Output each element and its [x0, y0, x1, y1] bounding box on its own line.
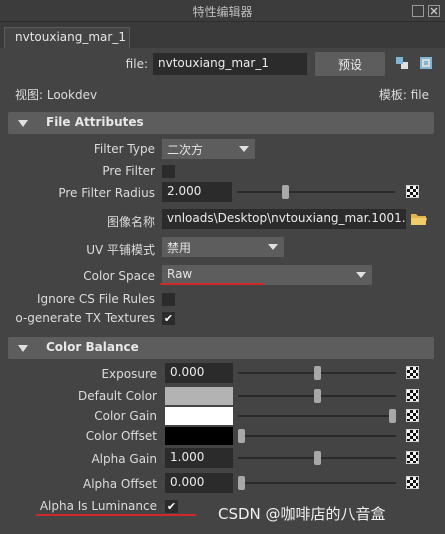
uv-tiling-mode-dropdown[interactable]: 禁用 — [162, 237, 284, 257]
map-texture-icon[interactable] — [406, 429, 419, 442]
auto-generate-tx-label: o-generate TX Textures — [15, 311, 155, 325]
alpha-offset-label: Alpha Offset — [83, 477, 157, 491]
map-texture-icon[interactable] — [406, 389, 419, 402]
image-name-label: 图像名称 — [106, 215, 155, 229]
alpha-is-luminance-checkbox[interactable]: ✔ — [165, 500, 178, 513]
annotation-underline-color-space — [160, 283, 264, 285]
map-texture-icon[interactable] — [406, 476, 419, 489]
alpha-gain-slider-handle[interactable] — [314, 451, 321, 465]
expand-triangle-icon — [18, 345, 28, 352]
section-color-balance[interactable]: Color Balance — [8, 337, 434, 359]
map-texture-icon[interactable] — [406, 185, 419, 198]
dropdown-arrow-icon — [356, 272, 366, 278]
view-label: 视图: Lookdev — [15, 88, 98, 102]
folder-icon[interactable] — [410, 211, 428, 227]
preset-button[interactable]: 预设 — [315, 52, 385, 76]
filter-type-value: 二次方 — [167, 143, 204, 157]
map-texture-icon[interactable] — [406, 451, 419, 464]
pre-filter-radius-label: Pre Filter Radius — [58, 186, 155, 200]
color-offset-swatch[interactable] — [165, 427, 233, 445]
expand-triangle-icon — [18, 120, 28, 127]
pre-filter-label: Pre Filter — [102, 164, 155, 178]
alpha-is-luminance-label: Alpha Is Luminance — [39, 499, 157, 513]
close-icon[interactable] — [428, 5, 440, 17]
pre-filter-radius-field[interactable]: 2.000 — [162, 182, 232, 202]
alpha-offset-slider-track[interactable] — [238, 482, 396, 484]
dropdown-arrow-icon — [239, 146, 249, 152]
pre-filter-radius-slider-track[interactable] — [237, 191, 395, 193]
annotation-underline-alpha-is-luminance — [36, 514, 196, 516]
tab-node[interactable]: nvtouxiang_mar_1 — [4, 27, 130, 48]
exposure-label: Exposure — [101, 367, 157, 381]
color-space-dropdown[interactable]: Raw — [162, 265, 372, 285]
default-color-label: Default Color — [78, 389, 157, 403]
color-gain-slider-handle[interactable] — [389, 409, 396, 423]
map-texture-icon[interactable] — [406, 366, 419, 379]
file-label: file: — [125, 57, 148, 71]
float-window-icon[interactable] — [412, 5, 424, 17]
template-label: 模板: file — [378, 88, 429, 102]
default-color-slider-handle[interactable] — [314, 389, 321, 403]
alpha-offset-slider-handle[interactable] — [238, 476, 245, 490]
ignore-cs-file-rules-label: Ignore CS File Rules — [36, 292, 155, 306]
pre-filter-checkbox[interactable] — [162, 165, 175, 178]
color-gain-slider-track[interactable] — [238, 415, 396, 417]
alpha-offset-field[interactable]: 0.000 — [165, 473, 233, 493]
exposure-slider-handle[interactable] — [314, 366, 321, 380]
section-file-attributes-title: File Attributes — [46, 115, 144, 129]
window-titlebar: 特性编辑器 — [0, 0, 445, 22]
dropdown-arrow-icon — [268, 244, 278, 250]
color-offset-label: Color Offset — [85, 429, 157, 443]
color-space-label: Color Space — [83, 269, 155, 283]
pre-filter-radius-slider-handle[interactable] — [282, 185, 289, 199]
map-texture-icon[interactable] — [406, 409, 419, 422]
ignore-cs-file-rules-checkbox[interactable] — [162, 293, 175, 306]
filter-type-label: Filter Type — [93, 142, 155, 156]
exposure-field[interactable]: 0.000 — [165, 363, 233, 383]
color-space-value: Raw — [167, 267, 193, 281]
image-name-field[interactable]: vnloads\Desktop\nvtouxiang_mar.1001.tif — [162, 209, 406, 229]
auto-generate-tx-checkbox[interactable]: ✔ — [162, 312, 175, 325]
color-offset-slider-handle[interactable] — [238, 429, 245, 443]
file-node-name-field[interactable]: nvtouxiang_mar_1 — [153, 53, 307, 75]
default-color-swatch[interactable] — [165, 387, 233, 405]
color-gain-label: Color Gain — [94, 409, 157, 423]
color-gain-swatch[interactable] — [165, 407, 233, 425]
alpha-gain-field[interactable]: 1.000 — [165, 448, 233, 468]
alpha-gain-label: Alpha Gain — [91, 452, 157, 466]
uv-tiling-mode-label: UV 平铺模式 — [86, 243, 155, 257]
color-offset-slider-track[interactable] — [238, 435, 396, 437]
window-title: 特性编辑器 — [192, 5, 253, 19]
watermark-text: CSDN @咖啡店的八音盒 — [218, 505, 386, 523]
dock-icon[interactable] — [420, 57, 432, 69]
filter-type-dropdown[interactable]: 二次方 — [162, 139, 255, 159]
uv-tiling-mode-value: 禁用 — [167, 241, 192, 255]
section-color-balance-title: Color Balance — [46, 340, 139, 354]
section-file-attributes[interactable]: File Attributes — [8, 112, 434, 134]
input-output-icon[interactable] — [396, 57, 408, 69]
